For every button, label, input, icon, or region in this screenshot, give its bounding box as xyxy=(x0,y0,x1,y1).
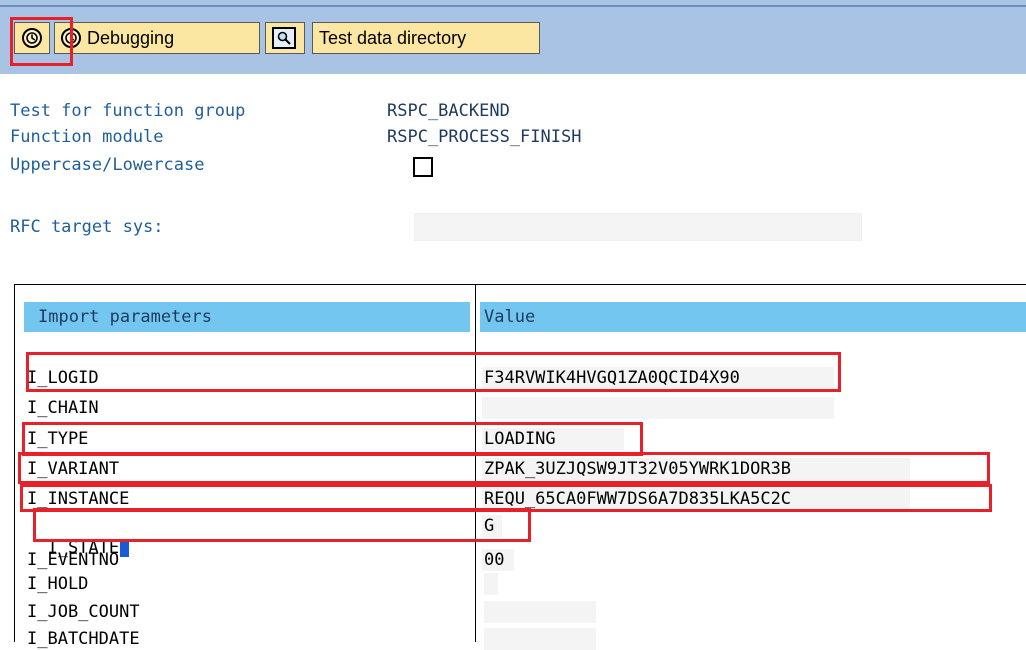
column-header-import-parameters: Import parameters xyxy=(24,302,470,332)
param-value-i-hold[interactable] xyxy=(484,573,498,595)
test-group-label: Test for function group xyxy=(10,101,246,121)
param-name-i-logid: I_LOGID xyxy=(27,368,99,388)
param-name-i-hold: I_HOLD xyxy=(27,574,89,594)
param-value-i-logid[interactable]: F34RVWIK4HVGQ1ZA0QCID4X90 xyxy=(482,367,834,389)
test-group-value: RSPC_BACKEND xyxy=(387,101,510,121)
param-name-i-eventno: I_EVENTNO xyxy=(27,550,120,570)
rfc-target-label: RFC target sys: xyxy=(10,217,164,237)
param-value-i-batchdate[interactable] xyxy=(484,628,596,650)
column-separator xyxy=(475,284,476,642)
param-value-i-chain[interactable] xyxy=(482,397,834,419)
param-name-i-batchdate: I_BATCHDATE xyxy=(27,629,140,649)
param-name-i-job-count: I_JOB_COUNT xyxy=(27,602,140,622)
case-label: Uppercase/Lowercase xyxy=(10,155,205,175)
param-name-i-chain: I_CHAIN xyxy=(27,398,99,418)
function-module-value: RSPC_PROCESS_FINISH xyxy=(387,127,582,147)
debugging-button-label: Debugging xyxy=(87,27,175,48)
param-value-i-type[interactable]: LOADING xyxy=(482,428,624,450)
text-cursor xyxy=(120,539,130,557)
param-value-i-eventno[interactable]: 00 xyxy=(482,549,514,571)
param-value-i-variant[interactable]: ZPAK_3UZJQSW9JT32V05YWRK1DOR3B xyxy=(482,458,910,480)
execute-button[interactable] xyxy=(14,22,50,54)
column-header-value: Value xyxy=(480,302,1026,332)
magnifier-icon xyxy=(272,27,296,49)
param-value-i-job-count[interactable] xyxy=(484,601,596,623)
param-value-i-state[interactable]: G xyxy=(482,515,502,537)
function-module-label: Function module xyxy=(10,127,164,147)
application-toolbar: Debugging Test data directory xyxy=(0,0,1026,74)
param-value-i-instance[interactable]: REQU_65CA0FWW7DS6A7D835LKA5C2C xyxy=(482,488,910,510)
param-name-i-type: I_TYPE xyxy=(27,429,89,449)
debugging-execute-icon xyxy=(61,28,81,48)
rfc-target-field[interactable] xyxy=(414,213,862,241)
test-data-directory-button[interactable]: Test data directory xyxy=(312,22,540,54)
param-name-i-variant: I_VARIANT xyxy=(27,459,120,479)
uppercase-lowercase-checkbox[interactable] xyxy=(413,157,433,177)
param-state-row: I_STATE xyxy=(27,515,130,558)
debugging-button[interactable]: Debugging xyxy=(54,22,260,54)
test-data-directory-label: Test data directory xyxy=(319,27,467,48)
execute-icon xyxy=(22,28,42,48)
param-name-i-instance: I_INSTANCE xyxy=(27,489,130,509)
search-button[interactable] xyxy=(265,22,305,54)
toolbar-top-line xyxy=(0,5,1026,7)
